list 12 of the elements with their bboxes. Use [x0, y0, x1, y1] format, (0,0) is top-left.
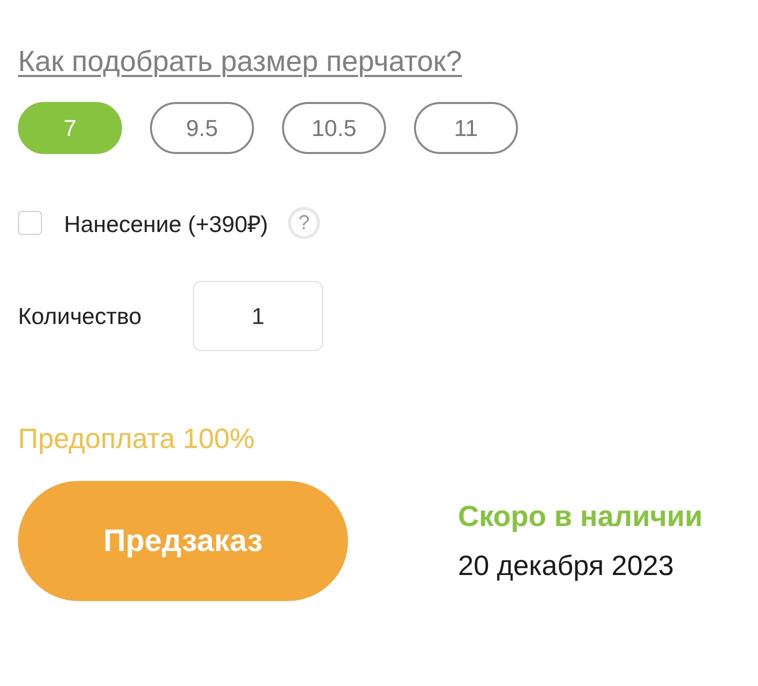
- quantity-field[interactable]: 1: [193, 281, 323, 351]
- availability-date: 20 декабря 2023: [458, 550, 675, 582]
- prepayment-note: Предоплата 100%: [18, 423, 254, 455]
- checkbox[interactable]: [18, 211, 42, 235]
- availability-status: Скоро в наличии: [458, 500, 703, 534]
- size-option[interactable]: 10.5: [282, 102, 386, 154]
- help-button[interactable]: ?: [288, 207, 320, 239]
- size-option[interactable]: 11: [414, 102, 518, 154]
- size-option[interactable]: 9.5: [150, 102, 254, 154]
- quantity-label: Количество: [18, 302, 143, 330]
- printing-label: Нанесение (+390₽): [64, 210, 268, 239]
- size-guide-link[interactable]: Как подобрать размер перчаток?: [18, 42, 462, 82]
